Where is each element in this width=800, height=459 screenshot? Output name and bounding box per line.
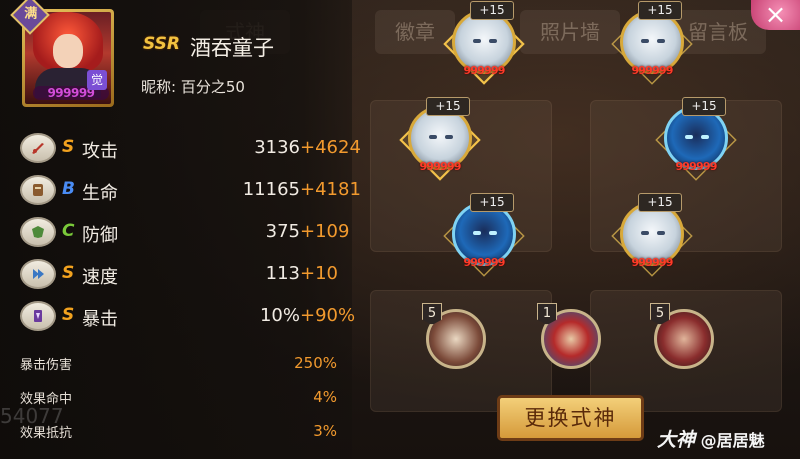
stat-base-value: 11165 (242, 179, 300, 200)
stat-grade: S (62, 305, 75, 325)
attack-icon (20, 133, 56, 163)
stat-label: 暴击 (82, 309, 118, 330)
speed-icon (20, 259, 56, 289)
watermark-handle: @居居魅 (700, 431, 765, 450)
yuhun-stars: 999999 (631, 64, 673, 77)
stat-bonus-value: +4181 (300, 179, 361, 200)
bg-power-number: 54077 (0, 404, 64, 428)
stat-bonus-value: +109 (300, 221, 350, 242)
stat-base-value: 3136 (254, 137, 300, 158)
stat-grade: B (62, 179, 75, 199)
stat-base-value: 375 (265, 221, 300, 242)
stat-label: 攻击 (82, 141, 118, 162)
swap-shikigami-button[interactable]: 更换式神 (497, 395, 644, 441)
substat-crit-damage: 暴击伤害 250% (20, 354, 340, 374)
set-slot-2[interactable]: 1 (535, 303, 607, 375)
awaken-badge: 觉 (87, 70, 107, 90)
avatar-face (53, 34, 83, 68)
defense-icon (20, 217, 56, 247)
crit-icon (20, 301, 56, 331)
character-info-panel: 999999 觉 满 SSR 酒吞童子 昵称: 百分之50 S 攻击 3136 … (0, 0, 361, 459)
yuhun-level: +15 (638, 193, 682, 212)
set-slot-3[interactable]: 5 (648, 303, 720, 375)
stat-label: 速度 (82, 267, 118, 288)
close-icon[interactable]: × (751, 0, 800, 30)
stat-row-attack: S 攻击 3136 +4624 (20, 133, 361, 165)
watermark: 大神 @居居魅 (657, 425, 765, 452)
max-level-label: 满 (24, 6, 38, 22)
set-slot-1[interactable]: 5 (420, 303, 492, 375)
yuhun-level: +15 (470, 1, 514, 20)
stat-grade: S (62, 137, 75, 157)
yuhun-slot-1[interactable]: +15 999999 (443, 1, 525, 85)
yuhun-level: +15 (682, 97, 726, 116)
stat-row-speed: S 速度 113 +10 (20, 259, 350, 291)
substat-value: 4% (313, 388, 337, 406)
rarity-badge: SSR (143, 34, 180, 54)
substat-label: 暴击伤害 (20, 358, 73, 373)
stat-base-value: 10% (259, 305, 300, 326)
stat-label: 生命 (82, 183, 118, 204)
stat-row-health: B 生命 11165 +4181 (20, 175, 361, 207)
yuhun-stars: 999999 (675, 160, 717, 173)
character-nickname: 昵称: 百分之50 (141, 78, 245, 96)
stat-base-value: 113 (265, 263, 300, 284)
stat-grade: S (62, 263, 75, 283)
yuhun-level: +15 (470, 193, 514, 212)
yuhun-stars: 999999 (463, 64, 505, 77)
yuhun-slot-2[interactable]: +15 999999 (611, 1, 693, 85)
yuhun-slot-6[interactable]: +15 999999 (611, 193, 693, 277)
stat-bonus-value: +10 (300, 263, 338, 284)
bg-tab-photo-wall: 照片墙 (520, 10, 620, 54)
character-portrait[interactable]: 999999 觉 满 (10, 0, 114, 107)
stat-row-defense: C 防御 375 +109 (20, 217, 350, 249)
substat-effect-hit: 效果命中 4% (20, 388, 340, 408)
health-icon (20, 175, 56, 205)
stat-label: 防御 (82, 225, 118, 246)
substat-effect-resist: 效果抵抗 3% (20, 422, 340, 442)
stat-grade: C (62, 221, 75, 241)
yuhun-slot-4[interactable]: +15 999999 (655, 97, 737, 181)
yuhun-level: +15 (638, 1, 682, 20)
stat-row-crit: S 暴击 10% +90% (20, 301, 355, 333)
yuhun-stars: 999999 (631, 256, 673, 269)
yuhun-level: +15 (426, 97, 470, 116)
stat-bonus-value: +90% (300, 305, 356, 326)
yuhun-stars: 999999 (463, 256, 505, 269)
stat-bonus-value: +4624 (300, 137, 361, 158)
substat-value: 3% (313, 422, 337, 440)
yuhun-slot-3[interactable]: +15 999999 (399, 97, 481, 181)
yuhun-slot-5[interactable]: +15 999999 (443, 193, 525, 277)
character-name: 酒吞童子 (190, 36, 274, 60)
substat-value: 250% (294, 354, 337, 372)
bg-tab-badge: 徽章 (375, 10, 455, 54)
yuhun-stars: 999999 (419, 160, 461, 173)
watermark-logo: 大神 (657, 429, 696, 451)
